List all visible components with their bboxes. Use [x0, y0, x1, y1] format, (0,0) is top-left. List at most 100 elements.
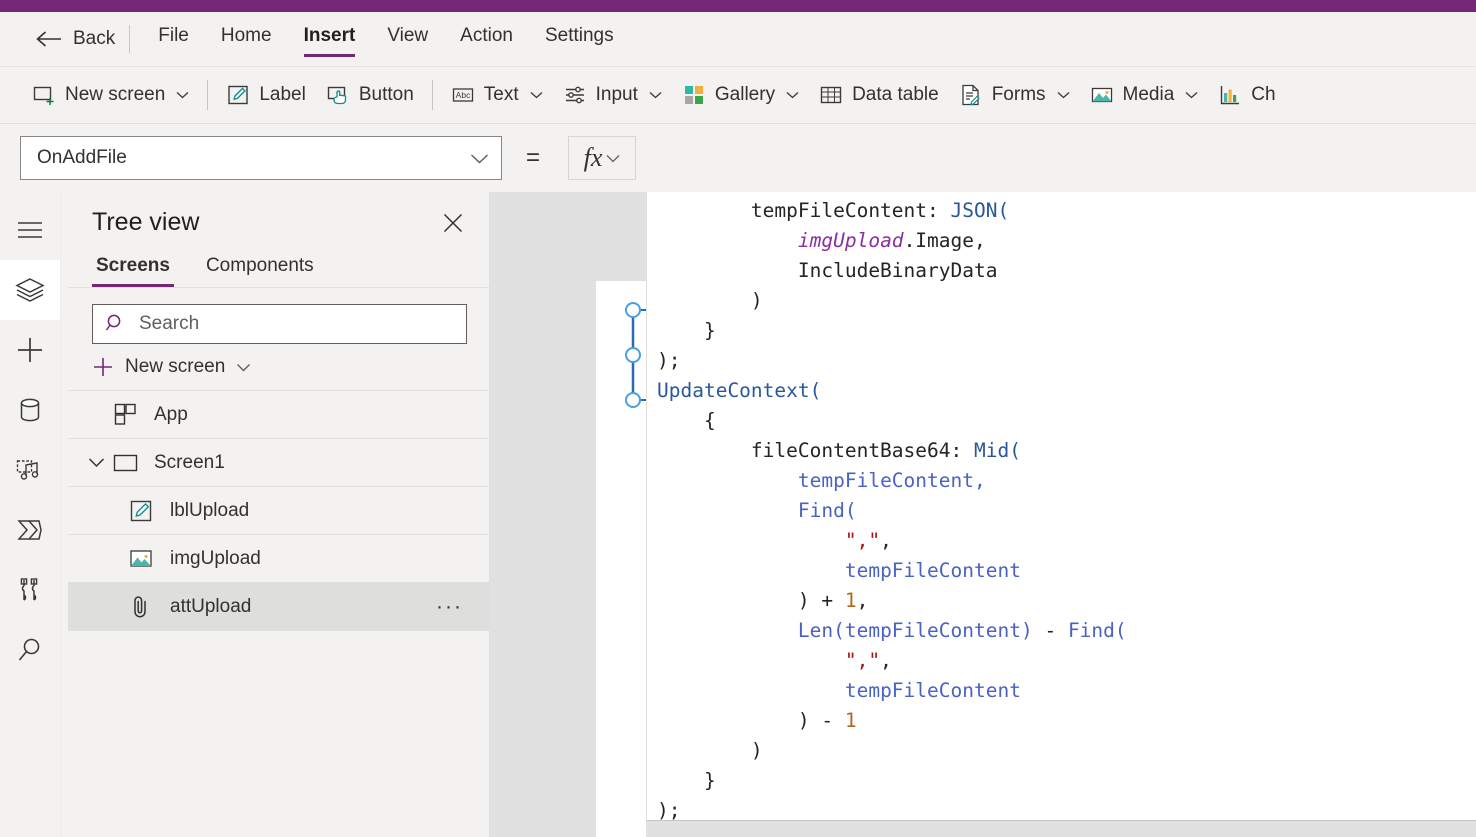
- chevron-down-icon: [176, 92, 189, 99]
- chevron-down-icon: [786, 92, 799, 99]
- code-token: tempFileContent: [844, 559, 1021, 582]
- tree-view-title: Tree view: [92, 208, 200, 236]
- media-note-icon: [16, 460, 39, 480]
- property-selector-value: OnAddFile: [37, 147, 127, 168]
- tab-components[interactable]: Components: [202, 247, 318, 287]
- plus-icon: [94, 358, 112, 376]
- code-line: tempFileContent: [657, 556, 1476, 586]
- tree-item-attupload[interactable]: attUpload ···: [68, 583, 489, 631]
- code-line: ",",: [657, 646, 1476, 676]
- formula-editor[interactable]: UpdateContext( { tempFileContent: JSON( …: [646, 124, 1476, 821]
- rail-data-button[interactable]: [0, 380, 60, 440]
- rail-power-automate-button[interactable]: [0, 500, 60, 560]
- image-icon: [130, 549, 152, 567]
- icon-slot: [126, 595, 156, 619]
- code-line: UpdateContext(: [657, 376, 1476, 406]
- rail-search-button[interactable]: [0, 620, 60, 680]
- ribbon-input[interactable]: Input: [553, 77, 672, 113]
- rail-tree-view-button[interactable]: [0, 260, 60, 320]
- tree-item-overflow-button[interactable]: ···: [436, 595, 463, 619]
- code-line: ) - 1: [657, 706, 1476, 736]
- ribbon-data-table-label: Data table: [852, 84, 939, 105]
- expand-chevron[interactable]: [82, 457, 110, 468]
- tree-item-imgupload[interactable]: imgUpload: [68, 535, 489, 583]
- ribbon-new-screen[interactable]: New screen: [22, 77, 199, 113]
- code-token: 1: [844, 589, 857, 612]
- ribbon-forms-label: Forms: [991, 84, 1046, 105]
- icon-slot: [126, 548, 156, 570]
- code-token: JSON(: [950, 199, 1010, 222]
- ribbon-input-label: Input: [595, 84, 638, 105]
- back-button[interactable]: Back: [36, 28, 129, 50]
- new-screen-button[interactable]: New screen: [68, 344, 489, 391]
- tree-view-tabs: Screens Components: [68, 247, 489, 288]
- ribbon-new-screen-label: New screen: [65, 84, 166, 105]
- power-automate-icon: [17, 520, 42, 540]
- tree-item-label: attUpload: [170, 595, 252, 617]
- tree-item-app[interactable]: App: [68, 391, 489, 439]
- code-token: }: [657, 769, 716, 792]
- tree-item-screen1[interactable]: Screen1: [68, 439, 489, 487]
- app-icon: [114, 403, 136, 425]
- search-box[interactable]: [92, 304, 467, 344]
- code-token: tempFileContent,: [797, 469, 986, 492]
- code-line: Find(: [657, 496, 1476, 526]
- search-input[interactable]: [139, 305, 454, 343]
- tab-view[interactable]: View: [371, 21, 444, 57]
- code-line: );: [657, 796, 1476, 820]
- tab-file[interactable]: File: [142, 21, 205, 57]
- formula-code[interactable]: UpdateContext( { tempFileContent: JSON( …: [657, 136, 1476, 820]
- text-abc-icon: Abc: [452, 88, 473, 102]
- layers-icon: [15, 278, 45, 302]
- code-token: Len(tempFileContent): [797, 619, 1033, 642]
- plus-icon: [18, 338, 42, 362]
- tab-home[interactable]: Home: [205, 21, 288, 57]
- svg-text:Abc: Abc: [455, 90, 470, 100]
- ribbon-media[interactable]: Media: [1080, 77, 1209, 113]
- rail-hamburger-button[interactable]: [0, 200, 60, 260]
- tab-screens[interactable]: Screens: [92, 247, 174, 287]
- tab-insert[interactable]: Insert: [288, 21, 372, 57]
- tree-view-list: App Screen1 lblUpload imgUpload attUploa…: [68, 391, 489, 631]
- code-token: ,: [880, 649, 892, 672]
- new-screen-icon: [33, 86, 54, 105]
- chevron-down-icon: [530, 92, 543, 99]
- ribbon-charts[interactable]: Ch: [1208, 77, 1285, 113]
- attachment-icon: [134, 595, 146, 617]
- tree-item-lblupload[interactable]: lblUpload: [68, 487, 489, 535]
- title-accent-bar: [0, 0, 1476, 12]
- ribbon-text[interactable]: Abc Text: [441, 77, 553, 113]
- code-token: );: [657, 349, 681, 372]
- fx-button[interactable]: fx: [568, 136, 636, 180]
- insert-ribbon: New screen Label Button Abc Text Input G…: [0, 67, 1476, 124]
- chevron-down-icon: [606, 154, 620, 162]
- tab-settings[interactable]: Settings: [529, 21, 630, 57]
- code-token: tempFileContent:: [657, 199, 951, 222]
- ribbon-data-table[interactable]: Data table: [809, 77, 949, 113]
- back-label: Back: [73, 28, 116, 49]
- code-token: .Image,: [903, 229, 986, 252]
- rail-variables-button[interactable]: [0, 560, 60, 620]
- ribbon-label[interactable]: Label: [216, 77, 316, 113]
- tools-icon: [20, 578, 38, 601]
- code-line: {: [657, 406, 1476, 436]
- tab-action[interactable]: Action: [444, 21, 529, 57]
- tree-view-close-button[interactable]: [439, 209, 467, 237]
- ribbon-forms[interactable]: Forms: [949, 77, 1080, 113]
- rail-insert-button[interactable]: [0, 320, 60, 380]
- chevron-down-icon: [1057, 92, 1069, 99]
- code-line: Len(tempFileContent) - Find(: [657, 616, 1476, 646]
- ribbon-charts-label: Ch: [1251, 84, 1276, 105]
- ribbon-button[interactable]: Button: [316, 77, 424, 113]
- code-token: ",": [844, 649, 881, 672]
- rail-media-button[interactable]: [0, 440, 60, 500]
- code-token: ): [657, 739, 763, 762]
- ribbon-text-label: Text: [483, 84, 519, 105]
- screen-icon: [113, 454, 137, 471]
- code-line: ",",: [657, 526, 1476, 556]
- property-selector[interactable]: OnAddFile: [20, 136, 502, 180]
- ribbon-gallery[interactable]: Gallery: [672, 77, 809, 113]
- chevron-down-icon: [1185, 92, 1198, 99]
